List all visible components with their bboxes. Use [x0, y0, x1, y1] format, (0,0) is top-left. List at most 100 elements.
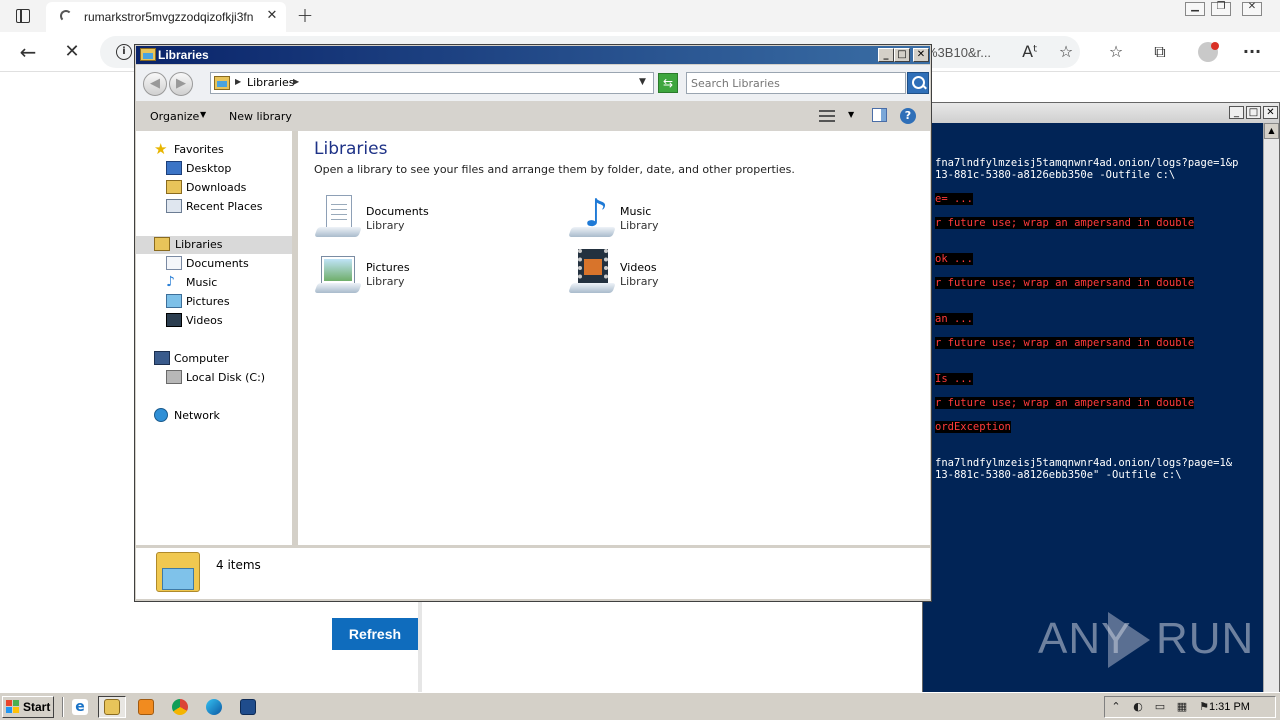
explorer-maximize-button[interactable]: □ — [894, 48, 910, 62]
nav-favorites[interactable]: ★ Favorites — [154, 141, 274, 159]
star-icon: ★ — [154, 140, 168, 158]
explorer-address-bar[interactable]: ▶ Libraries ▶ ▼ — [210, 72, 654, 94]
console-error-line: r future use; wrap an ampersand in doubl… — [935, 337, 1195, 349]
explorer-close-button[interactable]: ✕ — [913, 48, 929, 62]
nav-desktop[interactable]: Desktop — [166, 160, 266, 178]
page-divider — [418, 600, 422, 692]
nav-music[interactable]: ♪ Music — [166, 274, 266, 292]
taskbar-explorer-icon[interactable] — [98, 696, 126, 718]
hard-disk-icon — [166, 370, 182, 384]
browser-tab[interactable]: rumarkstror5mvgzzodqizofkji3fn ✕ — [46, 2, 286, 32]
nav-forward-button[interactable]: ▶ — [169, 72, 193, 96]
music-library-icon: ♪ — [568, 193, 616, 241]
powershell-close-button[interactable]: ✕ — [1263, 106, 1278, 119]
library-documents[interactable]: Documents Library — [314, 193, 514, 243]
change-view-icon[interactable] — [819, 109, 835, 123]
nav-recent-places[interactable]: Recent Places — [166, 198, 276, 216]
favorites-icon[interactable]: ☆ — [1104, 40, 1128, 64]
refresh-button[interactable]: Refresh — [332, 618, 418, 650]
browser-minimize-button[interactable]: ▁ — [1185, 1, 1205, 16]
documents-library-icon — [314, 193, 362, 241]
browser-restore-button[interactable]: ❐ — [1211, 1, 1231, 16]
desktop-icon — [166, 161, 182, 175]
search-box[interactable] — [686, 72, 906, 94]
start-button[interactable]: Start — [2, 696, 54, 718]
nav-network[interactable]: Network — [154, 407, 274, 425]
organize-dropdown-icon[interactable]: ▼ — [200, 110, 206, 119]
address-dropdown-icon[interactable]: ▼ — [639, 77, 646, 87]
loading-spinner-icon — [60, 10, 72, 22]
powershell-scrollbar[interactable]: ▲ — [1263, 123, 1279, 693]
explorer-title-bar[interactable]: Libraries _ □ ✕ — [136, 46, 930, 64]
console-line: fna7lndfylmzeisj5tamqnwnr4ad.onion/logs?… — [935, 157, 1239, 169]
nav-videos[interactable]: Videos — [166, 312, 266, 330]
nav-downloads[interactable]: Downloads — [166, 179, 266, 197]
site-info-icon[interactable]: i — [116, 44, 132, 60]
library-music[interactable]: ♪ Music Library — [568, 193, 768, 243]
library-videos[interactable]: Videos Library — [568, 249, 768, 299]
videos-library-icon — [568, 249, 616, 297]
nav-local-disk[interactable]: Local Disk (C:) — [166, 369, 276, 387]
preview-pane-icon[interactable] — [872, 108, 887, 122]
profile-avatar-icon[interactable] — [1196, 40, 1220, 64]
help-icon[interactable]: ? — [900, 108, 916, 124]
computer-icon — [154, 351, 170, 365]
powershell-title-bar[interactable]: _ □ ✕ — [923, 103, 1279, 123]
organize-menu[interactable]: Organize — [150, 110, 199, 123]
nav-computer[interactable]: Computer — [154, 350, 274, 368]
taskbar-media-player-icon[interactable] — [132, 696, 160, 718]
breadcrumb-arrow-icon[interactable]: ▶ — [235, 77, 241, 86]
view-dropdown-icon[interactable]: ▼ — [848, 110, 854, 119]
command-bar: Organize ▼ New library ▼ ? — [136, 101, 930, 131]
collections-icon[interactable]: ⧉ — [1148, 40, 1172, 64]
nav-back-button[interactable]: ◀ — [143, 72, 167, 96]
pictures-library-icon — [314, 249, 362, 297]
nav-documents[interactable]: Documents — [166, 255, 266, 273]
library-type: Library — [366, 219, 405, 232]
read-aloud-icon[interactable]: Aᵗ — [1018, 40, 1042, 64]
refresh-go-icon[interactable]: ⇆ — [658, 73, 678, 93]
back-arrow-icon[interactable]: ← — [16, 40, 40, 64]
library-folder-icon — [214, 76, 230, 90]
taskbar-separator — [62, 697, 64, 717]
start-label: Start — [23, 700, 51, 714]
nav-pictures[interactable]: Pictures — [166, 293, 266, 311]
content-pane: Libraries Open a library to see your fil… — [298, 131, 930, 545]
add-favorite-icon[interactable]: ☆ — [1054, 40, 1078, 64]
scroll-up-arrow-icon[interactable]: ▲ — [1264, 123, 1279, 139]
search-input[interactable] — [691, 75, 901, 91]
music-note-icon: ♪ — [166, 274, 175, 290]
console-error-line: r future use; wrap an ampersand in doubl… — [935, 397, 1195, 409]
console-error-line: an ... — [935, 313, 973, 325]
volume-icon[interactable]: ◐ — [1131, 700, 1145, 714]
taskbar-powershell-icon[interactable] — [234, 696, 262, 718]
search-icon[interactable] — [907, 72, 929, 94]
power-icon[interactable]: ▭ — [1153, 700, 1167, 714]
taskbar-chrome-icon[interactable] — [166, 696, 194, 718]
network-icon[interactable]: ▦ — [1175, 700, 1189, 714]
tab-actions-button[interactable] — [12, 6, 34, 26]
console-error-line: ok ... — [935, 253, 973, 265]
new-library-button[interactable]: New library — [229, 110, 292, 123]
new-tab-button[interactable]: + — [294, 4, 316, 26]
window-title: Libraries — [158, 48, 209, 62]
breadcrumb-libraries[interactable]: Libraries — [247, 76, 295, 89]
nav-libraries[interactable]: Libraries — [136, 236, 292, 254]
browser-close-button[interactable]: ✕ — [1242, 1, 1262, 16]
browser-tab-bar: rumarkstror5mvgzzodqizofkji3fn ✕ + ▁ ❐ ✕ — [0, 0, 1280, 32]
library-pictures[interactable]: Pictures Library — [314, 249, 514, 299]
show-hidden-icons-icon[interactable]: ⌃ — [1109, 700, 1123, 714]
taskbar-edge-icon[interactable] — [200, 696, 228, 718]
tab-close-button[interactable]: ✕ — [264, 8, 280, 24]
powershell-minimize-button[interactable]: _ — [1229, 106, 1244, 119]
libraries-icon — [154, 237, 170, 251]
library-folder-icon — [140, 48, 156, 61]
library-name: Videos — [620, 261, 657, 274]
stop-loading-icon[interactable]: ✕ — [60, 40, 84, 64]
explorer-minimize-button[interactable]: _ — [878, 48, 894, 62]
clock[interactable]: 1:31 PM — [1209, 701, 1250, 713]
more-options-icon[interactable]: ··· — [1240, 40, 1264, 64]
breadcrumb-arrow-icon[interactable]: ▶ — [293, 77, 299, 86]
taskbar-internet-explorer-icon[interactable]: e — [66, 696, 94, 718]
powershell-maximize-button[interactable]: □ — [1246, 106, 1261, 119]
